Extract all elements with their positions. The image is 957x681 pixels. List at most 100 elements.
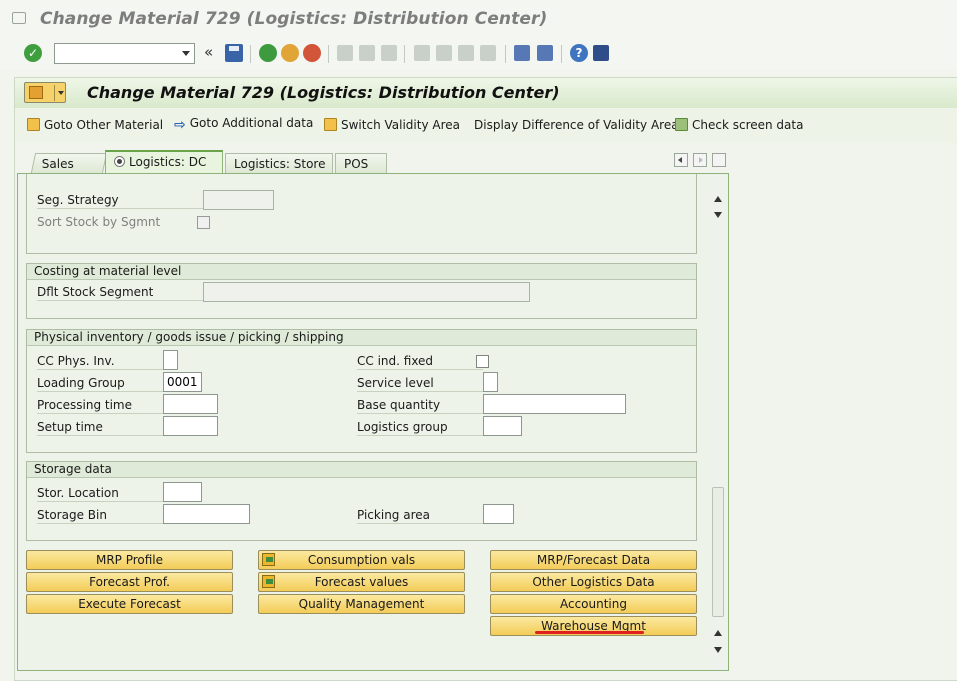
logistics-group-label: Logistics group	[357, 418, 483, 436]
scroll-up-icon[interactable]	[714, 196, 722, 202]
cc-phys-inv-field[interactable]	[163, 350, 178, 370]
collapse-double-chevron-icon[interactable]: «	[204, 45, 213, 60]
highlight-underline	[535, 631, 644, 634]
cc-ind-fixed-label: CC ind. fixed	[357, 352, 483, 370]
chevron-down-icon[interactable]	[182, 51, 190, 56]
menu-button[interactable]	[24, 82, 66, 103]
navigate-icon	[262, 575, 275, 588]
next-page-icon[interactable]	[458, 45, 474, 61]
tab-list-icon[interactable]	[712, 153, 726, 167]
service-level-field[interactable]	[483, 372, 498, 392]
execute-forecast-button[interactable]: Execute Forecast	[26, 594, 233, 614]
processing-time-field[interactable]	[163, 394, 218, 414]
storage-data-group-title: Storage data	[27, 462, 696, 478]
first-page-icon[interactable]	[414, 45, 430, 61]
loading-group-label: Loading Group	[37, 374, 163, 392]
window-menu-icon[interactable]	[12, 12, 26, 24]
segmentation-group: Seg. Strategy Sort Stock by Sgmnt	[26, 174, 697, 254]
scroll-down-icon[interactable]	[714, 647, 722, 653]
help-icon[interactable]: ?	[570, 44, 588, 62]
base-quantity-field[interactable]	[483, 394, 626, 414]
customize-layout-icon[interactable]	[593, 45, 609, 61]
scroll-down-icon[interactable]	[714, 212, 722, 218]
tab-logistics-store[interactable]: Logistics: Store	[225, 153, 333, 173]
back-icon[interactable]	[259, 44, 277, 62]
last-page-icon[interactable]	[480, 45, 496, 61]
setup-time-label: Setup time	[37, 418, 163, 436]
service-level-label: Service level	[357, 374, 483, 392]
cc-ind-fixed-checkbox[interactable]	[476, 355, 489, 368]
mrp-forecast-data-button[interactable]: MRP/Forecast Data	[490, 550, 697, 570]
tab-pos[interactable]: POS	[335, 153, 387, 173]
accounting-button[interactable]: Accounting	[490, 594, 697, 614]
check-screen-data-button[interactable]: Check screen data	[675, 118, 803, 132]
tab-scroll-right-icon[interactable]	[693, 153, 707, 167]
tab-logistics-dc[interactable]: Logistics: DC	[105, 150, 223, 173]
display-difference-button[interactable]: Display Difference of Validity Areas	[474, 118, 685, 132]
seg-strategy-label: Seg. Strategy	[37, 191, 205, 209]
save-icon[interactable]	[225, 44, 243, 62]
toolbar-divider	[250, 45, 251, 63]
storage-data-group: Storage data Stor. Location Storage Bin …	[26, 461, 697, 541]
dflt-stock-segment-field[interactable]	[203, 282, 530, 302]
picking-area-field[interactable]	[483, 504, 514, 524]
scroll-up-icon[interactable]	[714, 630, 722, 636]
toolbar-divider	[404, 45, 405, 63]
toolbar-divider	[328, 45, 329, 63]
storage-bin-label: Storage Bin	[37, 506, 163, 524]
quality-management-button[interactable]: Quality Management	[258, 594, 465, 614]
navigate-icon	[262, 553, 275, 566]
tab-content-panel: Seg. Strategy Sort Stock by Sgmnt Costin…	[17, 173, 729, 671]
storage-bin-field[interactable]	[163, 504, 250, 524]
stor-location-label: Stor. Location	[37, 484, 163, 502]
costing-group-title: Costing at material level	[27, 264, 696, 280]
radio-selected-icon	[114, 156, 125, 167]
forecast-values-button[interactable]: Forecast values	[258, 572, 465, 592]
costing-group: Costing at material level Dflt Stock Seg…	[26, 263, 697, 319]
check-data-icon	[675, 118, 688, 131]
scrollbar-thumb[interactable]	[712, 487, 724, 617]
arrow-right-icon: ⇨	[174, 117, 186, 133]
consumption-vals-button[interactable]: Consumption vals	[258, 550, 465, 570]
seg-strategy-field[interactable]	[203, 190, 274, 210]
setup-time-field[interactable]	[163, 416, 218, 436]
tab-strip: Sales Logistics: DC Logistics: Store POS	[15, 150, 731, 173]
command-input[interactable]	[55, 44, 175, 63]
picking-area-label: Picking area	[357, 506, 483, 524]
command-field[interactable]	[54, 43, 195, 64]
cancel-icon[interactable]	[303, 44, 321, 62]
sort-stock-checkbox[interactable]	[197, 216, 210, 229]
application-toolbar: Goto Other Material ⇨ Goto Additional dat…	[15, 109, 957, 143]
mrp-profile-button[interactable]: MRP Profile	[26, 550, 233, 570]
chevron-down-icon	[58, 91, 64, 95]
page-title: Change Material 729 (Logistics: Distribu…	[87, 83, 560, 102]
toolbar-divider	[561, 45, 562, 63]
document-icon	[27, 118, 40, 131]
cc-phys-inv-label: CC Phys. Inv.	[37, 352, 163, 370]
find-icon[interactable]	[359, 45, 375, 61]
screen-header: Change Material 729 (Logistics: Distribu…	[15, 78, 957, 108]
processing-time-label: Processing time	[37, 396, 163, 414]
switch-validity-area-button[interactable]: Switch Validity Area	[324, 118, 460, 132]
tab-sales[interactable]: Sales	[30, 153, 108, 173]
tab-scroll-left-icon[interactable]	[674, 153, 688, 167]
print-icon[interactable]	[337, 45, 353, 61]
physical-inventory-group: Physical inventory / goods issue / picki…	[26, 329, 697, 453]
main-frame: Change Material 729 (Logistics: Distribu…	[14, 77, 957, 681]
exit-icon[interactable]	[281, 44, 299, 62]
goto-other-material-button[interactable]: Goto Other Material	[27, 118, 163, 132]
create-shortcut-icon[interactable]	[537, 45, 553, 61]
stor-location-field[interactable]	[163, 482, 202, 502]
other-logistics-data-button[interactable]: Other Logistics Data	[490, 572, 697, 592]
loading-group-field[interactable]	[163, 372, 202, 392]
goto-additional-data-button[interactable]: ⇨ Goto Additional data	[174, 116, 313, 133]
previous-page-icon[interactable]	[436, 45, 452, 61]
enter-check-icon[interactable]: ✓	[24, 44, 42, 62]
sort-stock-by-sgmnt-label: Sort Stock by Sgmnt	[37, 215, 161, 229]
find-next-icon[interactable]	[381, 45, 397, 61]
vertical-scrollbar[interactable]	[710, 174, 726, 670]
logistics-group-field[interactable]	[483, 416, 522, 436]
create-session-icon[interactable]	[514, 45, 530, 61]
window-title-bar: Change Material 729 (Logistics: Distribu…	[0, 0, 957, 38]
forecast-prof-button[interactable]: Forecast Prof.	[26, 572, 233, 592]
